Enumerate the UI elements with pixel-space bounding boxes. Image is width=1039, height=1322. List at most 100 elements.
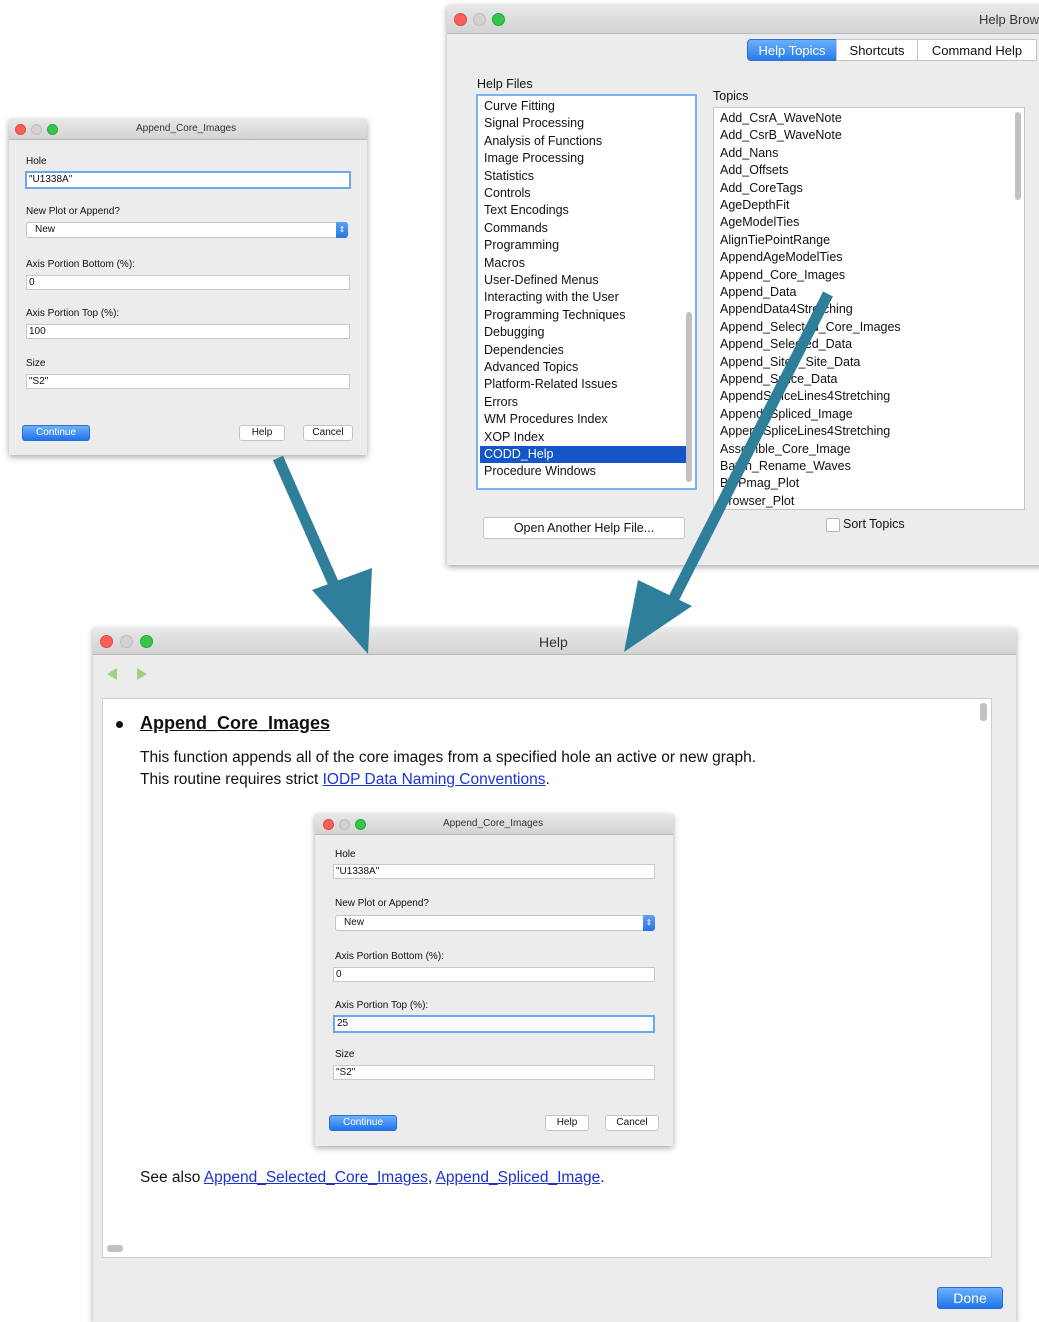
close-icon bbox=[323, 819, 334, 830]
help-files-item[interactable]: Procedure Windows bbox=[484, 463, 689, 480]
help-window-titlebar: Help bbox=[93, 628, 1016, 655]
cancel-button[interactable]: Cancel bbox=[303, 425, 353, 441]
see-also-end: . bbox=[600, 1169, 605, 1186]
topics-scrollbar[interactable] bbox=[1015, 112, 1021, 200]
see-also-line: See also Append_Selected_Core_Images, Ap… bbox=[140, 1169, 605, 1187]
new-plot-or-append-label: New Plot or Append? bbox=[335, 898, 429, 909]
topics-item[interactable]: Add_Nans bbox=[720, 145, 1018, 162]
size-label: Size bbox=[26, 358, 46, 369]
minimize-icon bbox=[339, 819, 350, 830]
topics-list[interactable]: Add_CsrA_WaveNote Add_CsrB_WaveNote Add_Na… bbox=[713, 107, 1025, 510]
help-files-item[interactable]: Analysis of Functions bbox=[484, 133, 689, 150]
zoom-button[interactable] bbox=[47, 124, 58, 135]
topics-item[interactable]: Browser_Plot bbox=[720, 493, 1018, 509]
axis-portion-bottom-label: Axis Portion Bottom (%): bbox=[335, 951, 444, 962]
close-button[interactable] bbox=[100, 635, 113, 648]
help-heading: Append_Core_Images bbox=[140, 713, 331, 733]
help-files-item[interactable]: XOP Index bbox=[484, 429, 689, 446]
help-files-item[interactable]: Commands bbox=[484, 220, 689, 237]
zoom-icon bbox=[355, 819, 366, 830]
topics-item[interactable]: AppendSpliceLines4Stretching bbox=[720, 423, 1018, 440]
help-files-item[interactable]: Signal Processing bbox=[484, 115, 689, 132]
axis-portion-top-field[interactable]: 100 bbox=[26, 324, 350, 339]
dialog-titlebar: Append_Core_Images bbox=[9, 119, 367, 140]
minimize-button[interactable] bbox=[120, 635, 133, 648]
help-files-item[interactable]: WM Procedures Index bbox=[484, 411, 689, 428]
continue-button[interactable]: Continue bbox=[22, 425, 90, 441]
topics-item[interactable]: AgeModelTies bbox=[720, 214, 1018, 231]
open-another-help-file-button[interactable]: Open Another Help File... bbox=[483, 517, 685, 539]
hole-label: Hole bbox=[335, 849, 356, 860]
topics-item[interactable]: AppendSpliceLines4Stretching bbox=[720, 388, 1018, 405]
append-core-images-dialog: Append_Core_Images Hole "U1338A" New Plo… bbox=[9, 119, 367, 455]
size-label: Size bbox=[335, 1049, 355, 1060]
close-button[interactable] bbox=[454, 13, 467, 26]
help-files-item[interactable]: Text Encodings bbox=[484, 202, 689, 219]
chevron-updown-icon: ⇕ bbox=[643, 915, 655, 931]
help-files-scrollbar[interactable] bbox=[686, 312, 692, 482]
help-files-item[interactable]: Curve Fitting bbox=[484, 98, 689, 115]
help-files-item[interactable]: Programming bbox=[484, 237, 689, 254]
done-button[interactable]: Done bbox=[937, 1287, 1003, 1309]
topics-item[interactable]: Batch_Rename_Waves bbox=[720, 458, 1018, 475]
minimize-button[interactable] bbox=[31, 124, 42, 135]
topics-item[interactable]: AgeDepthFit bbox=[720, 197, 1018, 214]
help-files-item[interactable]: Programming Techniques bbox=[484, 307, 689, 324]
topics-item[interactable]: AppendData4Stretching bbox=[720, 301, 1018, 318]
help-files-item[interactable]: Interacting with the User bbox=[484, 289, 689, 306]
topics-item[interactable]: Append_Spliced_Image bbox=[720, 406, 1018, 423]
hole-field[interactable]: "U1338A" bbox=[25, 171, 351, 189]
topics-item[interactable]: Add_CsrA_WaveNote bbox=[720, 110, 1018, 127]
tab-shortcuts[interactable]: Shortcuts bbox=[836, 39, 918, 61]
iodp-naming-conventions-link[interactable]: IODP Data Naming Conventions bbox=[323, 771, 546, 788]
topics-item[interactable]: AlignTiePointRange bbox=[720, 232, 1018, 249]
topics-item[interactable]: Append_Data bbox=[720, 284, 1018, 301]
help-files-item[interactable]: Controls bbox=[484, 185, 689, 202]
help-files-item[interactable]: Dependencies bbox=[484, 342, 689, 359]
help-content-area[interactable]: Append_Core_Images This function appends… bbox=[102, 698, 992, 1258]
help-files-item[interactable]: Errors bbox=[484, 394, 689, 411]
topics-item[interactable]: Append_Core_Images bbox=[720, 267, 1018, 284]
zoom-button[interactable] bbox=[492, 13, 505, 26]
zoom-button[interactable] bbox=[140, 635, 153, 648]
forward-arrow-icon[interactable] bbox=[137, 668, 147, 680]
append-selected-core-images-link[interactable]: Append_Selected_Core_Images bbox=[204, 1169, 428, 1186]
axis-portion-top-field: 25 bbox=[333, 1015, 655, 1033]
size-field[interactable]: "S2" bbox=[26, 374, 350, 389]
append-spliced-image-link[interactable]: Append_Spliced_Image bbox=[436, 1169, 601, 1186]
help-files-item[interactable]: Platform-Related Issues bbox=[484, 376, 689, 393]
topics-item[interactable]: Append_Site2_Site_Data bbox=[720, 354, 1018, 371]
help-files-item[interactable]: Macros bbox=[484, 255, 689, 272]
help-files-item[interactable]: Advanced Topics bbox=[484, 359, 689, 376]
help-files-item[interactable]: CODD_Help bbox=[480, 446, 689, 463]
close-button[interactable] bbox=[15, 124, 26, 135]
help-files-item[interactable]: Image Processing bbox=[484, 150, 689, 167]
help-files-item[interactable]: User-Defined Menus bbox=[484, 272, 689, 289]
minimize-button[interactable] bbox=[473, 13, 486, 26]
topics-item[interactable]: Assemble_Core_Image bbox=[720, 441, 1018, 458]
help-browser-titlebar: Help Brow bbox=[447, 5, 1039, 34]
new-plot-or-append-select[interactable]: New ⇕ bbox=[26, 222, 348, 238]
help-button[interactable]: Help bbox=[239, 425, 285, 441]
axis-portion-bottom-field[interactable]: 0 bbox=[26, 275, 350, 290]
vertical-scrollbar[interactable] bbox=[980, 703, 987, 721]
tab-help-topics[interactable]: Help Topics bbox=[747, 39, 837, 61]
topics-label: Topics bbox=[713, 89, 749, 103]
topics-item[interactable]: Append_Splice_Data bbox=[720, 371, 1018, 388]
topics-item[interactable]: AppendAgeModelTies bbox=[720, 249, 1018, 266]
topics-item[interactable]: Append_Selected_Core_Images bbox=[720, 319, 1018, 336]
topics-item[interactable]: BioPmag_Plot bbox=[720, 475, 1018, 492]
help-files-list[interactable]: Curve Fitting Signal Processing Analysis o… bbox=[476, 94, 697, 490]
size-field: "S2" bbox=[333, 1065, 655, 1080]
tab-command-help[interactable]: Command Help bbox=[917, 39, 1037, 61]
topics-item[interactable]: Add_CoreTags bbox=[720, 180, 1018, 197]
topics-item[interactable]: Append_Selected_Data bbox=[720, 336, 1018, 353]
back-arrow-icon[interactable] bbox=[107, 668, 117, 680]
sort-topics-checkbox[interactable] bbox=[826, 518, 840, 532]
horizontal-scrollbar[interactable] bbox=[107, 1245, 123, 1252]
embedded-dialog-titlebar: Append_Core_Images bbox=[315, 814, 673, 835]
help-files-item[interactable]: Debugging bbox=[484, 324, 689, 341]
topics-item[interactable]: Add_Offsets bbox=[720, 162, 1018, 179]
topics-item[interactable]: Add_CsrB_WaveNote bbox=[720, 127, 1018, 144]
help-files-item[interactable]: Statistics bbox=[484, 168, 689, 185]
